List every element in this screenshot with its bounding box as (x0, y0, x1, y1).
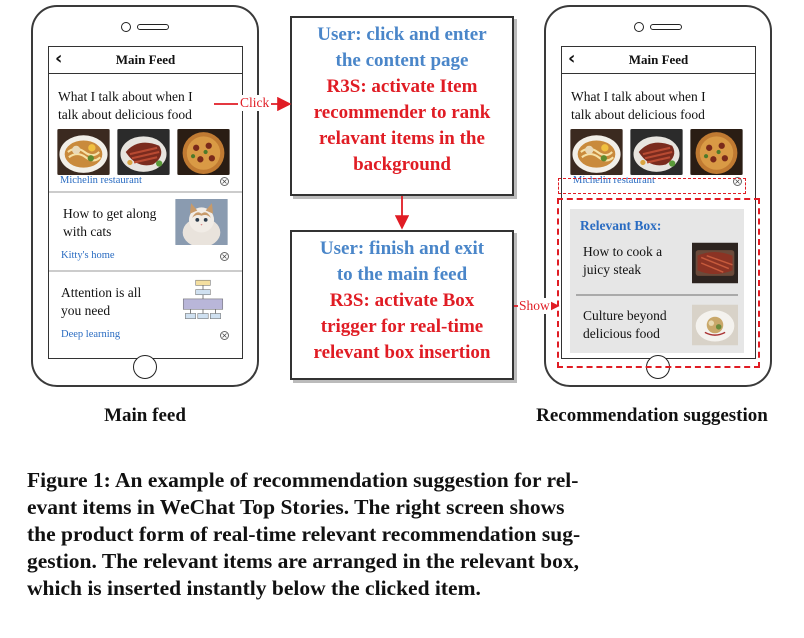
caption-line: gestion. The relevant items are arranged… (27, 549, 579, 573)
caption-line: which is inserted instantly below the cl… (27, 576, 481, 600)
click-label: Click (238, 95, 272, 111)
caption-line: evant items in WeChat Top Stories. The r… (27, 495, 565, 519)
caption-line: the product form of real-time relevant r… (27, 522, 581, 546)
show-label: Show (518, 298, 551, 314)
figure-caption: Figure 1: An example of recommendation s… (27, 467, 787, 602)
caption-line: Figure 1: An example of recommendation s… (27, 468, 579, 492)
